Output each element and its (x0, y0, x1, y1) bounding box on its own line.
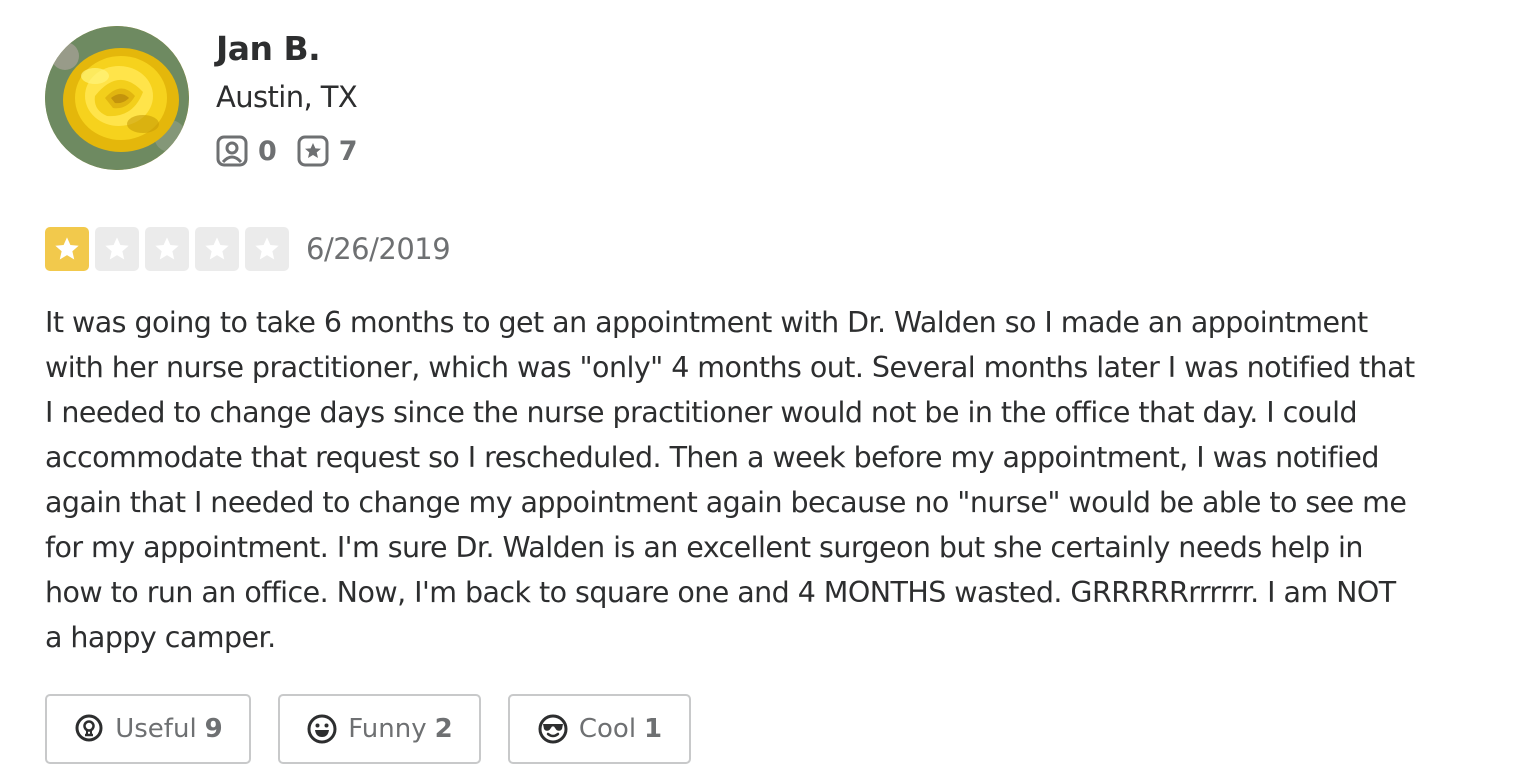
star-empty-icon (245, 227, 289, 271)
funny-label: Funny (348, 714, 427, 744)
friends-count: 0 (258, 135, 277, 167)
user-stats: 0 7 (216, 133, 378, 169)
useful-count: 9 (204, 714, 223, 744)
yellow-rose-photo (45, 26, 189, 170)
sunglasses-icon (538, 714, 568, 744)
reviews-count: 7 (338, 135, 358, 167)
review-date: 6/26/2019 (306, 232, 451, 266)
user-name[interactable]: Jan B. (216, 28, 321, 70)
cool-label: Cool (578, 714, 637, 744)
useful-label: Useful (115, 714, 197, 744)
funny-count: 2 (434, 714, 453, 744)
star-icon (155, 237, 179, 260)
funny-button[interactable]: Funny 2 (278, 694, 481, 764)
star-icon (105, 237, 129, 260)
star-empty-icon (195, 227, 239, 271)
star-rating (45, 227, 295, 271)
star-empty-icon (95, 227, 139, 271)
cool-button[interactable]: Cool 1 (508, 694, 691, 764)
star-empty-icon (145, 227, 189, 271)
review-text: It was going to take 6 months to get an … (45, 306, 1415, 654)
review-star-icon (297, 135, 329, 167)
lightbulb-icon (75, 714, 103, 742)
user-avatar[interactable] (45, 26, 189, 170)
cool-count: 1 (644, 714, 663, 744)
smiley-icon (307, 714, 337, 744)
star-icon (255, 237, 279, 260)
star-icon (205, 237, 229, 260)
friends-stat: 0 (216, 135, 277, 167)
useful-button[interactable]: Useful 9 (45, 694, 251, 764)
star-filled-icon (45, 227, 89, 271)
friends-icon (216, 135, 248, 167)
user-location: Austin, TX (216, 80, 358, 114)
reviews-stat: 7 (297, 135, 358, 167)
star-icon (55, 237, 79, 260)
